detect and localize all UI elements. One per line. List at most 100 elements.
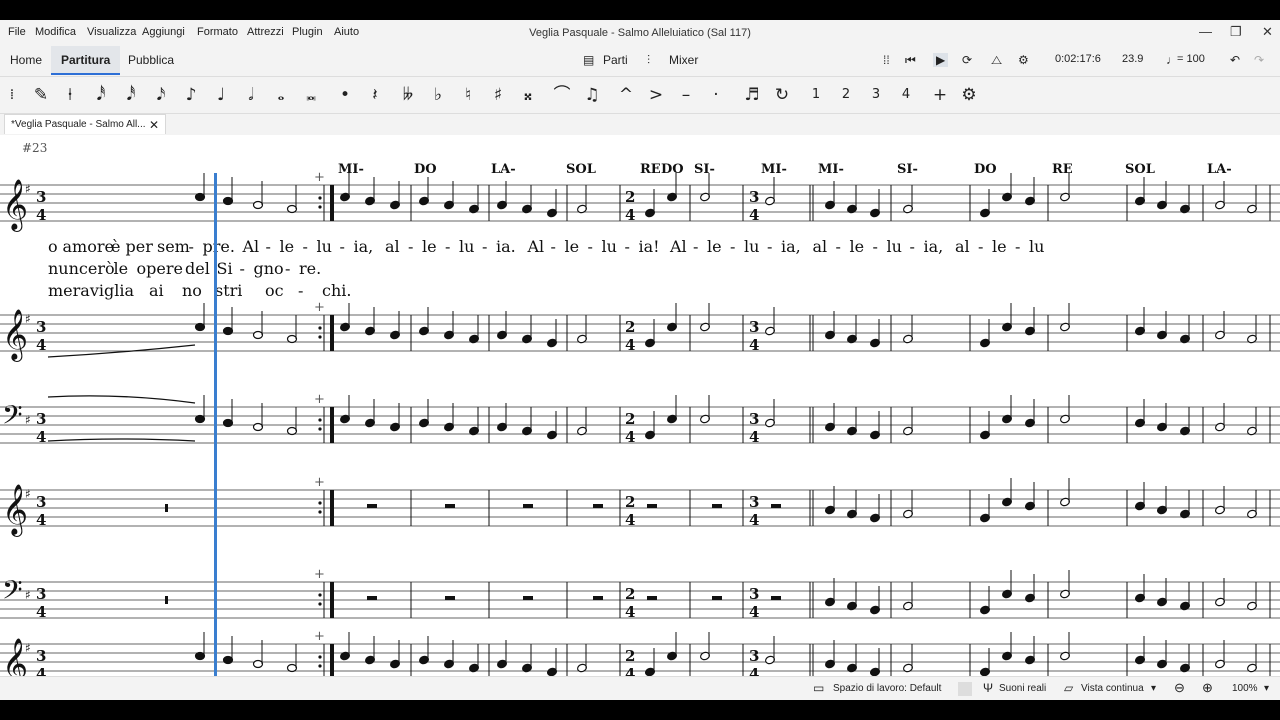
voice-4-icon[interactable]: 4 <box>894 83 918 107</box>
tempo-value[interactable]: = 100 <box>1177 53 1205 65</box>
chord-symbol: LA- <box>491 162 516 177</box>
voice-2-icon[interactable]: 2 <box>834 83 858 107</box>
playback-cursor <box>214 173 217 676</box>
lyric-syllable: gno <box>254 259 284 278</box>
score-svg[interactable]: #23 MI- DO LA- SOL RE DO SI- MI- MI- SI- DO RE SOL LA… <box>0 135 1280 676</box>
tenuto-icon[interactable]: – <box>674 83 698 107</box>
musescore-window: File Modifica Visualizza Aggiungi Format… <box>0 20 1280 700</box>
lyric-syllable: ia, <box>924 237 944 256</box>
main-toolbar: Home Partitura Pubblica ▤ Parti ⫶ Mixer … <box>0 46 1280 77</box>
tuplet-icon[interactable]: ♬ <box>740 83 764 107</box>
lyric-syllable: lu <box>317 237 332 256</box>
chord-symbol: MI- <box>761 162 787 177</box>
notehead <box>252 659 264 669</box>
eighth-note-icon[interactable]: ♪ <box>179 83 203 107</box>
quarter-note-icon[interactable]: ♩ <box>209 83 233 107</box>
zoom-out-icon[interactable]: ⊖ <box>1174 680 1185 696</box>
breve-note-icon[interactable]: 𝅜 <box>299 83 323 107</box>
time-signature: 3 <box>749 585 759 603</box>
zoom-level[interactable]: 100% <box>1232 683 1258 694</box>
thick-barline <box>330 582 334 618</box>
menubar: File Modifica Visualizza Aggiungi Format… <box>0 20 1280 46</box>
drag-handle-icon[interactable]: ⁞⁞ <box>883 53 890 67</box>
lyric-syllable: chi. <box>322 281 351 300</box>
play-icon[interactable]: ▶ <box>933 53 949 67</box>
mixer-button[interactable]: Mixer <box>669 53 698 67</box>
staff: 𝄞♯ 342434+ <box>0 475 1280 537</box>
loop-icon[interactable]: ⟳ <box>962 53 972 67</box>
close-button[interactable]: ✕ <box>1262 24 1273 40</box>
maximize-button[interactable]: ❐ <box>1230 24 1242 40</box>
staccato-icon[interactable]: · <box>704 83 728 107</box>
lyric-syllable: - <box>482 237 487 256</box>
document-tab[interactable]: *Veglia Pasquale - Salmo All... ✕ <box>4 114 166 134</box>
repeat-dot <box>318 205 322 209</box>
mixer-icon[interactable]: ⫶ <box>647 53 650 68</box>
chord-symbol: DO <box>661 162 684 177</box>
natural-icon[interactable]: ♮ <box>456 83 480 107</box>
tie-icon[interactable]: ⌒ <box>550 83 574 107</box>
half-note-icon[interactable]: 𝅗𝅥 <box>239 83 263 107</box>
score-canvas[interactable]: #23 MI- DO LA- SOL RE DO SI- MI- MI- SI- DO RE SOL LA… <box>0 135 1280 676</box>
tab-pubblica[interactable]: Pubblica <box>118 46 184 75</box>
slur-icon[interactable]: ♫ <box>580 83 604 107</box>
flat-icon[interactable]: ♭ <box>426 83 450 107</box>
time-signature: 3 <box>36 318 46 336</box>
voice-1-icon[interactable]: 1 <box>804 83 828 107</box>
rewind-icon[interactable]: ⏮ <box>905 53 916 68</box>
chord-symbol: DO <box>414 162 437 177</box>
parts-button[interactable]: Parti <box>603 53 628 67</box>
gear-icon[interactable]: ⚙ <box>957 83 981 107</box>
metronome-icon[interactable]: ⧍ <box>991 53 1002 68</box>
toolbar-handle-icon[interactable]: ⁞ <box>0 83 24 107</box>
augmentation-dot-icon[interactable]: • <box>333 83 357 107</box>
lyric-syllable: oc <box>265 281 284 300</box>
voice-3-icon[interactable]: 3 <box>864 83 888 107</box>
rest-icon[interactable]: 𝄽 <box>363 83 387 107</box>
plus-icon: + <box>314 629 325 644</box>
time-signature: 2 <box>625 410 635 428</box>
playback-settings-icon[interactable]: ⚙ <box>1018 53 1029 67</box>
parts-icon[interactable]: ▤ <box>583 53 594 67</box>
lyric-syllable: ia, <box>354 237 374 256</box>
zoom-chevron-down-icon[interactable]: ▾ <box>1264 683 1269 694</box>
accent-icon[interactable]: > <box>644 83 668 107</box>
lyric-syllable: le <box>280 237 295 256</box>
pin-icon[interactable]: ⍿ <box>58 83 82 107</box>
lyric-syllable: ia! <box>639 237 660 256</box>
tab-home[interactable]: Home <box>0 46 52 75</box>
workspace-selector[interactable]: Spazio di lavoro: Default <box>833 683 941 694</box>
16th-note-icon[interactable]: 𝅘𝅥𝅯 <box>149 83 173 107</box>
repeat-dot <box>318 196 322 200</box>
chevron-down-icon[interactable]: ▾ <box>1151 683 1156 694</box>
whole-rest <box>523 504 533 508</box>
time-signature: 3 <box>36 188 46 206</box>
time-signature: 4 <box>749 428 759 446</box>
double-flat-icon[interactable]: 𝄫 <box>396 83 420 107</box>
lyric-syllable: le <box>565 237 580 256</box>
marcato-icon[interactable]: ^ <box>614 83 638 107</box>
sharp-icon[interactable]: ♯ <box>486 83 510 107</box>
pencil-icon[interactable]: ✎ <box>29 83 53 107</box>
double-sharp-icon[interactable]: 𝄪 <box>516 83 540 107</box>
whole-rest <box>523 596 533 600</box>
64th-note-icon[interactable]: 𝅘𝅥𝅰 <box>89 83 113 107</box>
plus-icon[interactable]: + <box>928 83 952 107</box>
lyric-syllable: nuncerò <box>48 259 115 278</box>
undo-icon[interactable]: ↶ <box>1230 53 1240 67</box>
concert-pitch-label[interactable]: Suoni reali <box>999 683 1046 694</box>
whole-note-icon[interactable]: 𝅝 <box>269 83 293 107</box>
zoom-in-icon[interactable]: ⊕ <box>1202 680 1213 696</box>
view-mode-selector[interactable]: Vista continua <box>1081 683 1144 694</box>
redo-icon[interactable]: ↷ <box>1254 53 1264 67</box>
concert-pitch-checkbox[interactable] <box>958 682 972 696</box>
tab-partitura[interactable]: Partitura <box>51 46 121 75</box>
lyric-syllable: ia. <box>496 237 516 256</box>
32nd-note-icon[interactable]: 𝅘𝅥𝅰 <box>119 83 143 107</box>
time-signature: 4 <box>625 511 635 529</box>
whole-rest <box>647 504 657 508</box>
close-icon[interactable]: ✕ <box>149 115 159 135</box>
minimize-button[interactable]: — <box>1199 24 1212 39</box>
time-signature: 3 <box>36 585 46 603</box>
flip-direction-icon[interactable]: ↻ <box>770 83 794 107</box>
